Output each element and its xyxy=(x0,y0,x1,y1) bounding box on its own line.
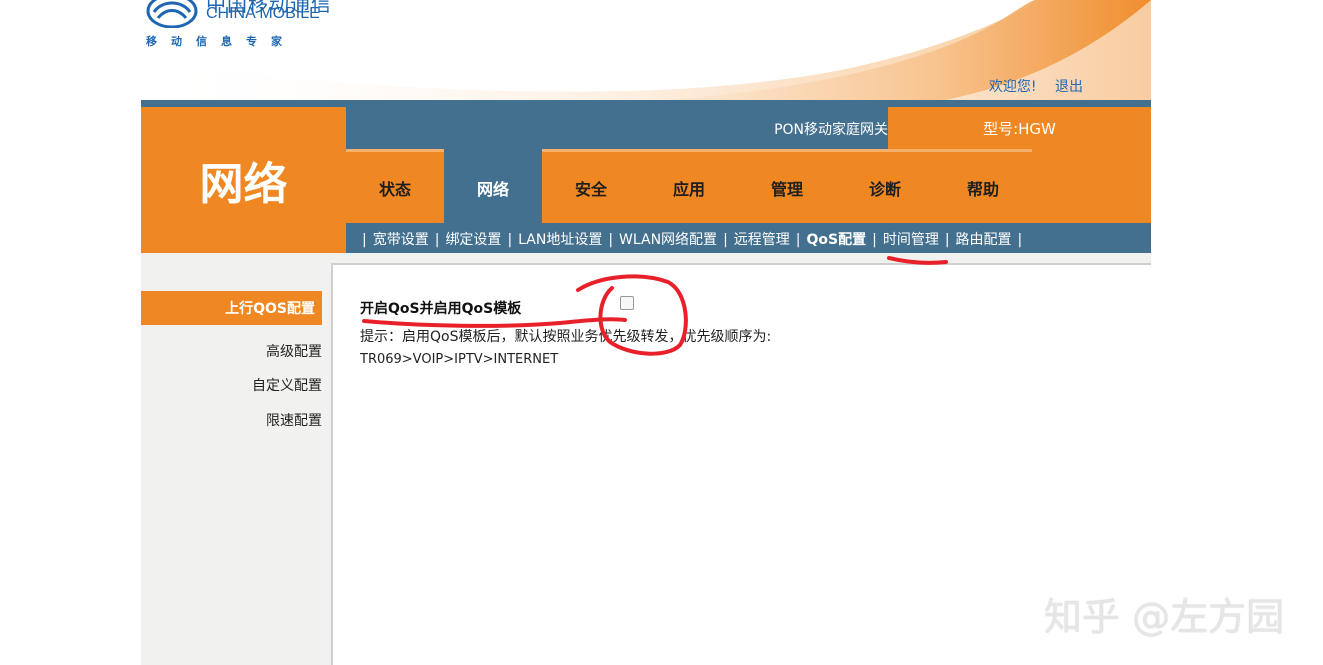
sidebar-item-advanced[interactable]: 高级配置 xyxy=(266,341,322,361)
tab-help[interactable]: 帮助 xyxy=(934,149,1032,223)
sub-nav-separator: | xyxy=(507,232,513,248)
sub-nav-separator: | xyxy=(723,232,728,248)
sidebar-item-rate-limit[interactable]: 限速配置 xyxy=(266,410,322,430)
sidebar-item-custom[interactable]: 自定义配置 xyxy=(252,375,322,395)
tab-network[interactable]: 网络 xyxy=(444,149,542,223)
sub-nav-separator: | xyxy=(434,232,440,248)
logo-slogan: 移动信息专家 xyxy=(146,35,296,48)
tab-application[interactable]: 应用 xyxy=(640,149,738,223)
sub-nav-binding[interactable]: 绑定设置 xyxy=(445,232,501,248)
header-banner: 中国移动通信 CHINA MOBILE 移动信息专家 欢迎您! 退出 xyxy=(141,0,1151,107)
tab-diagnosis[interactable]: 诊断 xyxy=(836,149,934,223)
sub-nav-qos[interactable]: QoS配置 xyxy=(807,232,867,248)
tab-management[interactable]: 管理 xyxy=(738,149,836,223)
sub-nav-time[interactable]: 时间管理 xyxy=(883,232,939,248)
logo-english-text: CHINA MOBILE xyxy=(206,5,320,22)
sub-nav-separator: | xyxy=(872,232,877,248)
welcome-text: 欢迎您! xyxy=(988,79,1037,95)
top-info-bar: PON移动家庭网关 型号:HGW xyxy=(346,107,1151,149)
main-nav: 状态 网络 安全 应用 管理 诊断 帮助 xyxy=(346,149,1151,223)
content-panel: 开启QoS并启用QoS模板 提示：启用QoS模板后，默认按照业务优先级转发，优先… xyxy=(331,263,1151,665)
sub-nav-separator: | xyxy=(362,232,367,248)
sub-nav-lan[interactable]: LAN地址设置 xyxy=(518,232,602,248)
qos-hint-text: 提示：启用QoS模板后，默认按照业务优先级转发，优先级顺序为: xyxy=(360,329,772,345)
china-mobile-logo: 中国移动通信 CHINA MOBILE 移动信息专家 xyxy=(146,0,336,52)
logo-mark-icon xyxy=(146,0,198,28)
router-admin-page: 中国移动通信 CHINA MOBILE 移动信息专家 欢迎您! 退出 网络 PO… xyxy=(141,0,1151,665)
sub-nav: | 宽带设置 | 绑定设置 | LAN地址设置 | WLAN网络配置 | 远程管理 | QoS配置 | 时… xyxy=(346,223,1151,253)
sub-nav-broadband[interactable]: 宽带设置 xyxy=(373,232,429,248)
sidebar-item-upstream-qos[interactable]: 上行QOS配置 xyxy=(141,291,322,325)
tab-status[interactable]: 状态 xyxy=(346,149,444,223)
tab-security[interactable]: 安全 xyxy=(542,149,640,223)
welcome-area: 欢迎您! 退出 xyxy=(989,76,1083,96)
sub-nav-separator: | xyxy=(1017,232,1023,248)
sub-nav-wlan[interactable]: WLAN网络配置 xyxy=(619,232,717,248)
qos-priority-order: TR069>VOIP>IPTV>INTERNET xyxy=(360,352,559,367)
logout-link[interactable]: 退出 xyxy=(1055,79,1083,95)
watermark: 知乎 @左方园 xyxy=(1044,595,1285,639)
sub-nav-remote[interactable]: 远程管理 xyxy=(734,232,790,248)
qos-enable-checkbox[interactable] xyxy=(620,296,634,310)
section-title: 网络 xyxy=(141,107,346,253)
model-label: 型号:HGW xyxy=(888,107,1151,149)
sub-nav-separator: | xyxy=(795,232,801,248)
qos-enable-label: 开启QoS并启用QoS模板 xyxy=(360,301,522,317)
sub-nav-route[interactable]: 路由配置 xyxy=(956,232,1012,248)
sub-nav-separator: | xyxy=(944,232,950,248)
sub-nav-separator: | xyxy=(608,232,614,248)
product-name: PON移动家庭网关 xyxy=(774,122,888,138)
